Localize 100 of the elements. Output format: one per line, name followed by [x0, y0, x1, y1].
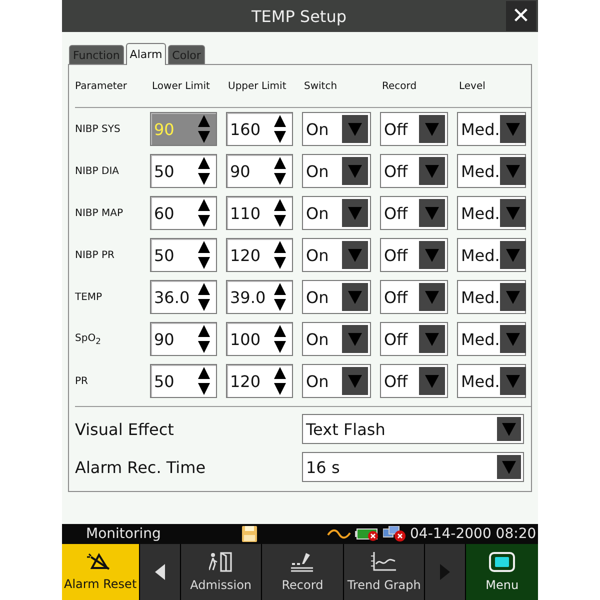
- caret-icon: [419, 241, 445, 269]
- trend-chart-icon: [371, 552, 398, 572]
- arrow-button[interactable]: [140, 544, 180, 600]
- dropdown[interactable]: Med.: [457, 364, 526, 398]
- number-field[interactable]: 50: [150, 154, 217, 188]
- number-field[interactable]: 39.0: [226, 280, 293, 314]
- caret-icon: [500, 367, 526, 395]
- dropdown[interactable]: 16 s: [302, 452, 524, 482]
- number-field[interactable]: 90: [226, 154, 293, 188]
- caret-icon: [342, 115, 368, 143]
- number-field[interactable]: 120: [226, 364, 293, 398]
- caret-icon: [419, 157, 445, 185]
- caret-icon: [419, 115, 445, 143]
- parameter-label: NIBP DIA: [75, 166, 120, 176]
- parameter-label: NIBP MAP: [75, 208, 124, 218]
- number-field[interactable]: 50: [150, 238, 217, 272]
- spin-arrows-icon: [198, 115, 210, 143]
- softkey-button[interactable]: Alarm Reset: [62, 544, 139, 600]
- spin-arrows-icon: [274, 367, 286, 395]
- caret-icon: [500, 241, 526, 269]
- caret-icon: [497, 417, 521, 441]
- dropdown[interactable]: Text Flash: [302, 414, 524, 444]
- parameter-label: SpO$_{2}$: [75, 332, 102, 346]
- dropdown[interactable]: Off: [380, 154, 448, 188]
- caret-icon: [500, 283, 526, 311]
- person-door-icon: [208, 552, 233, 572]
- dropdown[interactable]: On: [302, 112, 371, 146]
- number-field[interactable]: 160: [226, 112, 293, 146]
- column-header: Switch: [303, 80, 338, 92]
- caret-icon: [500, 199, 526, 227]
- caret-icon: [419, 199, 445, 227]
- monitor-icon: [489, 552, 516, 572]
- softkey-button[interactable]: Menu: [466, 544, 538, 600]
- dropdown[interactable]: Med.: [457, 322, 526, 356]
- network-icon: [383, 526, 407, 542]
- number-field[interactable]: 100: [226, 322, 293, 356]
- dropdown[interactable]: Off: [380, 322, 448, 356]
- spin-arrows-icon: [198, 199, 210, 227]
- caret-icon: [342, 241, 368, 269]
- column-header: Upper Limit: [227, 80, 288, 92]
- spin-arrows-icon: [274, 325, 286, 353]
- spin-arrows-icon: [274, 199, 286, 227]
- dropdown[interactable]: Med.: [457, 112, 526, 146]
- number-field[interactable]: 60: [150, 196, 217, 230]
- softkey-button[interactable]: Admission: [180, 544, 262, 600]
- column-header: Record: [381, 80, 418, 92]
- recorder-icon: [290, 552, 314, 572]
- number-field[interactable]: 120: [226, 238, 293, 272]
- caret-icon: [500, 115, 526, 143]
- column-header: Level: [458, 80, 486, 92]
- spin-arrows-icon: [198, 283, 210, 311]
- caret-icon: [342, 367, 368, 395]
- caret-icon: [500, 325, 526, 353]
- spin-arrows-icon: [198, 241, 210, 269]
- dropdown[interactable]: On: [302, 322, 371, 356]
- parameter-label: NIBP PR: [75, 250, 116, 260]
- dropdown[interactable]: Off: [380, 280, 448, 314]
- dropdown[interactable]: Off: [380, 112, 448, 146]
- parameter-label: PR: [75, 376, 89, 386]
- close-button[interactable]: ✕: [506, 1, 536, 31]
- save-icon: [242, 526, 257, 542]
- caret-icon: [342, 199, 368, 227]
- dropdown[interactable]: Med.: [457, 238, 526, 272]
- dropdown[interactable]: On: [302, 196, 371, 230]
- tab[interactable]: Alarm: [126, 43, 166, 65]
- caret-icon: [342, 157, 368, 185]
- right-arrow-icon: [440, 564, 450, 580]
- number-field[interactable]: 36.0: [150, 280, 217, 314]
- date-time: 04-14-2000 08:20: [410, 526, 536, 542]
- dropdown[interactable]: Off: [380, 238, 448, 272]
- spin-arrows-icon: [274, 283, 286, 311]
- caret-icon: [342, 325, 368, 353]
- window-title: TEMP Setup: [250, 6, 348, 26]
- number-field[interactable]: 110: [226, 196, 293, 230]
- dropdown[interactable]: Off: [380, 196, 448, 230]
- mode-label: Monitoring: [86, 526, 162, 542]
- caret-icon: [497, 455, 521, 479]
- number-field[interactable]: 90: [150, 322, 217, 356]
- dropdown[interactable]: Off: [380, 364, 448, 398]
- dropdown[interactable]: On: [302, 154, 371, 188]
- caret-icon: [419, 283, 445, 311]
- column-header: Lower Limit: [151, 80, 211, 92]
- spin-arrows-icon: [198, 367, 210, 395]
- number-field[interactable]: 50: [150, 364, 217, 398]
- dropdown[interactable]: On: [302, 280, 371, 314]
- battery-icon: [355, 527, 381, 541]
- spin-arrows-icon: [274, 157, 286, 185]
- softkey-button[interactable]: Trend Graph: [344, 544, 424, 600]
- spin-arrows-icon: [198, 325, 210, 353]
- dropdown[interactable]: On: [302, 238, 371, 272]
- parameter-label: TEMP: [75, 292, 104, 302]
- spin-arrows-icon: [274, 115, 286, 143]
- dropdown[interactable]: Med.: [457, 280, 526, 314]
- caret-icon: [419, 325, 445, 353]
- dropdown[interactable]: Med.: [457, 196, 526, 230]
- left-arrow-icon: [154, 564, 165, 580]
- dropdown[interactable]: On: [302, 364, 371, 398]
- column-header: Parameter: [75, 80, 128, 92]
- softkey-button[interactable]: Record: [262, 544, 343, 600]
- dropdown[interactable]: Med.: [457, 154, 526, 188]
